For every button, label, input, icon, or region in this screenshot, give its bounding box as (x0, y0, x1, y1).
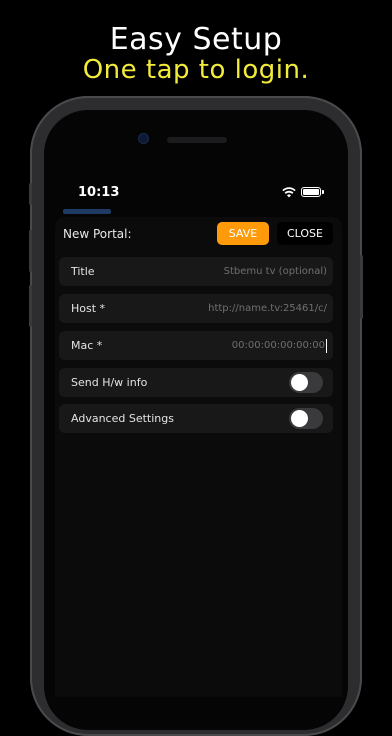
headline-subtitle: One tap to login. (82, 55, 310, 85)
send-hw-info-toggle[interactable] (289, 372, 323, 393)
new-portal-label: New Portal: (63, 227, 132, 241)
send-hw-info-label: Send H/w info (71, 376, 148, 389)
mac-field-label: Mac * (71, 339, 103, 352)
battery-icon (301, 187, 321, 197)
advanced-settings-row: Advanced Settings (59, 404, 333, 433)
advanced-settings-toggle[interactable] (289, 408, 323, 429)
phone-mute-switch (29, 183, 32, 205)
status-time: 10:13 (78, 185, 120, 200)
text-cursor (326, 339, 327, 353)
title-input[interactable] (177, 257, 327, 286)
status-icons (282, 185, 324, 199)
host-field-label: Host * (71, 302, 106, 315)
title-field-label: Title (71, 265, 95, 278)
advanced-settings-label: Advanced Settings (71, 412, 174, 425)
toggle-knob (291, 374, 308, 391)
save-button[interactable]: SAVE (217, 222, 269, 245)
host-input[interactable] (177, 294, 327, 323)
host-field: Host * (59, 294, 333, 323)
phone-volume-down (29, 285, 32, 327)
mac-field: Mac * (59, 331, 333, 360)
battery-tip-icon (322, 190, 324, 194)
earpiece-speaker (167, 137, 227, 143)
background-tab-indicator (63, 209, 111, 214)
headline-title: Easy Setup (109, 22, 283, 57)
front-camera (139, 134, 148, 143)
new-portal-sheet (55, 217, 342, 697)
wifi-icon (282, 187, 296, 198)
phone-power-button (360, 255, 363, 319)
send-hw-info-row: Send H/w info (59, 368, 333, 397)
phone-volume-up (29, 230, 32, 272)
close-button[interactable]: CLOSE (277, 222, 333, 245)
mac-input[interactable] (175, 331, 325, 360)
title-field: Title (59, 257, 333, 286)
toggle-knob (291, 410, 308, 427)
